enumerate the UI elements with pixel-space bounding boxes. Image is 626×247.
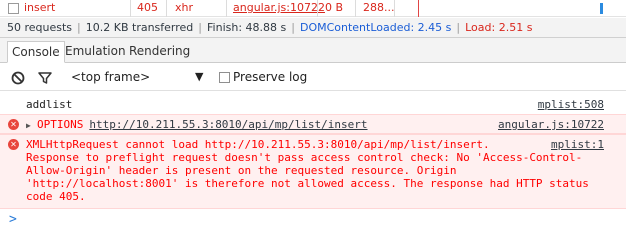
cors-error-text: XMLHttpRequest cannot load http://10.211…	[26, 138, 589, 203]
summary-separator: |	[456, 21, 461, 34]
error-source-link[interactable]: angular.js:10722	[498, 118, 604, 131]
column-divider	[166, 0, 167, 17]
error-icon: ✕	[8, 139, 19, 150]
chevron-down-icon[interactable]: ▼	[195, 70, 203, 83]
timeline-bar	[600, 3, 603, 14]
log-text: addlist	[26, 98, 73, 111]
summary-separator: |	[198, 21, 203, 34]
console-toolbar: <top frame> ▼ Preserve log	[0, 64, 626, 91]
error-url-link[interactable]: http://10.211.55.3:8010/api/mp/list/inse…	[89, 118, 367, 131]
tab-rendering[interactable]: Rendering	[125, 41, 194, 63]
column-divider	[130, 0, 131, 17]
error-method: OPTIONS	[37, 118, 84, 131]
load-time: Load: 2.51 s	[465, 21, 533, 34]
preserve-log-checkbox[interactable]	[219, 72, 230, 83]
drawer-tab-bar: Console Emulation Rendering	[0, 38, 626, 63]
filter-icon[interactable]	[37, 70, 53, 86]
console-prompt[interactable]: >	[9, 212, 17, 227]
request-type: xhr	[175, 1, 194, 14]
transferred-size: 10.2 KB transferred	[85, 21, 194, 34]
summary-separator: |	[291, 21, 295, 34]
console-cors-error-message: ✕ XMLHttpRequest cannot load http://10.2…	[0, 134, 626, 209]
request-name[interactable]: insert	[24, 1, 55, 14]
console-log-message: addlist mplist:508	[0, 96, 626, 113]
request-size: 0 B	[325, 1, 344, 14]
expand-triangle-icon[interactable]: ▶	[26, 119, 31, 132]
tab-emulation[interactable]: Emulation	[61, 41, 130, 63]
column-divider	[317, 0, 318, 17]
error-request-line: OPTIONS http://10.211.55.3:8010/api/mp/li…	[37, 118, 368, 131]
console-error-message: ✕ ▶ OPTIONS http://10.211.55.3:8010/api/m…	[0, 114, 626, 134]
frame-selector[interactable]: <top frame>	[71, 70, 150, 84]
error-icon: ✕	[8, 119, 19, 130]
preserve-log-label[interactable]: Preserve log	[233, 70, 307, 84]
row-checkbox[interactable]	[8, 3, 19, 14]
summary-separator: |	[77, 21, 81, 34]
network-summary-bar: 50 requests | 10.2 KB transferred | Finish: …	[0, 18, 626, 38]
column-divider	[394, 0, 395, 17]
column-divider	[355, 0, 356, 17]
tab-console[interactable]: Console	[7, 41, 65, 63]
request-initiator-link[interactable]: angular.js:10722	[233, 1, 325, 14]
log-source-link[interactable]: mplist:508	[538, 98, 604, 111]
clear-console-icon[interactable]	[10, 70, 26, 86]
request-status: 405	[137, 1, 158, 14]
timeline-load-marker	[418, 0, 419, 17]
cors-error-source-link[interactable]: mplist:1	[551, 138, 604, 151]
network-request-row[interactable]: insert 405 xhr angular.js:10722 0 B 288.…	[0, 0, 626, 17]
finish-time: Finish: 48.88 s	[207, 21, 287, 34]
domcontentloaded-time: DOMContentLoaded: 2.45 s	[299, 21, 452, 34]
request-time: 288...	[363, 1, 395, 14]
column-divider	[226, 0, 227, 17]
requests-count: 50 requests	[7, 21, 73, 34]
